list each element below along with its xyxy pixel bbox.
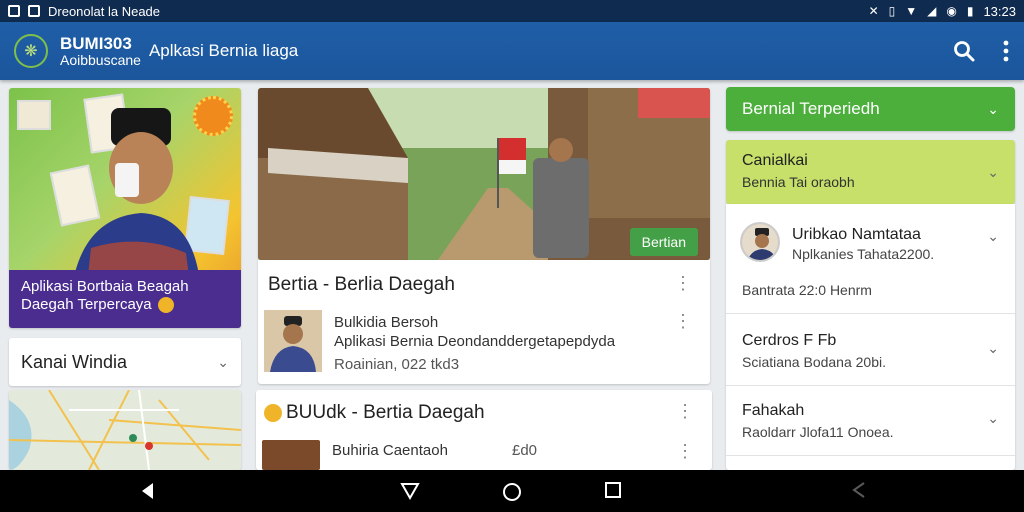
promo-stamp-left (17, 100, 51, 130)
category-list: Uribkao Namtataa Nplkanies Tahata2200. B… (726, 204, 1015, 470)
signal-icon: ◢ (927, 4, 937, 18)
chevron-down-icon: ⌄ (987, 228, 999, 244)
news-item-title[interactable]: Bulkidia Bersoh (334, 314, 438, 331)
system-nav-bar (0, 470, 1024, 512)
chevron-down-icon: ⌄ (987, 410, 999, 426)
home-icon[interactable] (502, 482, 522, 507)
kebab-icon[interactable]: ⋮ (674, 312, 692, 330)
map-preview[interactable] (9, 390, 241, 470)
list-item-title: Fahakah (742, 402, 805, 419)
brand-subtitle: Aoibbuscane (60, 51, 141, 68)
search-icon[interactable] (952, 39, 976, 63)
chevron-down-icon: ⌄ (987, 340, 999, 356)
app-title: Aplkasi Bernia liaga (148, 41, 299, 60)
category-selected-title: Canialkai (742, 152, 808, 169)
status-notification-text: Dreonolat la Neade (48, 3, 161, 19)
chevron-down-icon: ⌄ (987, 164, 999, 180)
back-icon (852, 482, 866, 503)
channel-dropdown[interactable]: Kanai Windia ⌄ (9, 338, 241, 386)
news-item-title[interactable]: Buhiria Caentaoh (332, 442, 448, 459)
app-bar: ❋ BUMI303 Aoibbuscane Aplkasi Bernia lia… (0, 22, 1024, 80)
news-section-second: BUUdk - Bertia Daegah ⋮ Buhiria Caentaoh… (256, 390, 712, 470)
kebab-icon[interactable]: ⋮ (676, 442, 694, 460)
brand-name: BUMI303 (60, 33, 132, 53)
list-item[interactable]: Cerdros F Fb Sciatiana Bodana 20bi. ⌄ (726, 314, 1015, 386)
alarm-icon: ◉ (946, 4, 957, 18)
list-item-title: Uribkao Namtataa (792, 226, 921, 243)
avatar (740, 222, 780, 262)
coin-icon (157, 297, 174, 314)
status-bar: Dreonolat la Neade ✕ ▯ ▼ ◢ ◉ ▮ 13:23 (0, 0, 1024, 22)
more-vert-icon[interactable] (1002, 40, 1010, 62)
news-thumbnail (262, 440, 320, 470)
news-thumbnail (264, 310, 322, 372)
vibrate-icon: ▯ (888, 4, 896, 18)
news-section-regional: Bertia - Berlia Daegah ⋮ Bulkidia Bersoh… (258, 260, 710, 384)
status-time: 13:23 (983, 3, 1016, 19)
channel-label: Kanai Windia (21, 351, 128, 372)
section-title: Bertia - Berlia Daegah (268, 274, 455, 295)
recents-icon[interactable] (605, 482, 621, 503)
category-selected[interactable]: Canialkai Bennia Tai oraobh ⌄ (726, 140, 1015, 204)
list-item[interactable]: Uribkao Namtataa Nplkanies Tahata2200. B… (726, 204, 1015, 314)
list-item-subtitle: Nplkanies Tahata2200. (792, 246, 935, 262)
news-item-meta: Roainian, 022 tkd3 (334, 356, 460, 373)
chevron-down-icon: ⌄ (217, 353, 229, 370)
home-triangle-icon[interactable] (400, 482, 420, 505)
battery-icon: ▮ (966, 4, 974, 18)
news-hero-image[interactable]: Bertian (258, 88, 710, 260)
category-header[interactable]: Bernial Terperiedh ⌄ (726, 87, 1015, 131)
chevron-down-icon: ⌄ (987, 100, 999, 117)
list-item-title: Cerdros F Fb (742, 332, 837, 349)
wifi-icon: ▼ (905, 4, 918, 18)
list-item-subtitle: Raoldarr Jlofa11 Onoea. (742, 424, 894, 440)
list-item-meta: Bantrata 22:0 Henrm (742, 282, 872, 298)
section-title: BUUdk - Bertia Daegah (286, 402, 485, 423)
category-selected-subtitle: Bennia Tai oraobh (742, 174, 855, 190)
promo-person-image (71, 108, 201, 293)
app-logo-icon: ❋ (14, 34, 48, 68)
notification-icon (28, 5, 40, 17)
brand: BUMI303 Aoibbuscane (60, 33, 141, 68)
kebab-icon[interactable]: ⋮ (676, 402, 694, 420)
kebab-icon[interactable]: ⋮ (674, 274, 692, 292)
promo-caption: Aplikasi Bortbaia Beagah Daegah Terperca… (9, 270, 241, 328)
gallery-icon (8, 5, 20, 17)
promo-banner[interactable]: Aplikasi Bortbaia Beagah Daegah Terperca… (9, 88, 241, 328)
news-item-summary: Aplikasi Bernia Deondanddergetapepdyda (334, 333, 616, 350)
category-header-label: Bernial Terperiedh (742, 99, 880, 118)
coin-icon (264, 404, 282, 422)
map-graphic (9, 390, 241, 470)
news-item-extra: £d0 (512, 442, 538, 459)
back-icon[interactable] (140, 482, 156, 505)
list-item[interactable]: Fahakah Raoldarr Jlofa11 Onoea. ⌄ (726, 386, 1015, 456)
mute-icon: ✕ (868, 4, 879, 18)
news-hero-badge[interactable]: Bertian (629, 228, 698, 256)
list-item-subtitle: Sciatiana Bodana 20bi. (742, 354, 886, 370)
